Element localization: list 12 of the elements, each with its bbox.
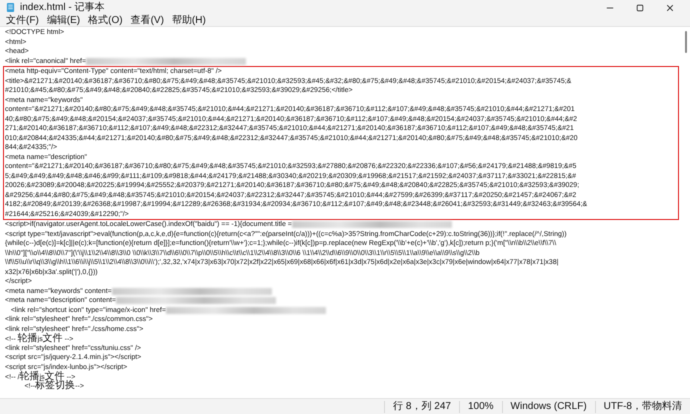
status-text: Windows (CRLF): [502, 400, 595, 412]
menu-item[interactable]: 帮助(H): [172, 15, 206, 26]
menu-item[interactable]: 查看(V): [130, 15, 164, 26]
status-text: 行 8，列 247: [384, 400, 459, 412]
menu-item[interactable]: 编辑(E): [46, 15, 80, 26]
close-icon[interactable]: [666, 4, 674, 12]
status-text: UTF-8，带物料清: [594, 400, 690, 412]
status-text: 100%: [458, 400, 502, 412]
maximize-icon[interactable]: [636, 4, 644, 12]
menu-item[interactable]: 文件(F): [6, 15, 39, 26]
window-title: index.html - 记事本: [20, 2, 104, 14]
menu-item[interactable]: 格式(O): [88, 15, 123, 26]
